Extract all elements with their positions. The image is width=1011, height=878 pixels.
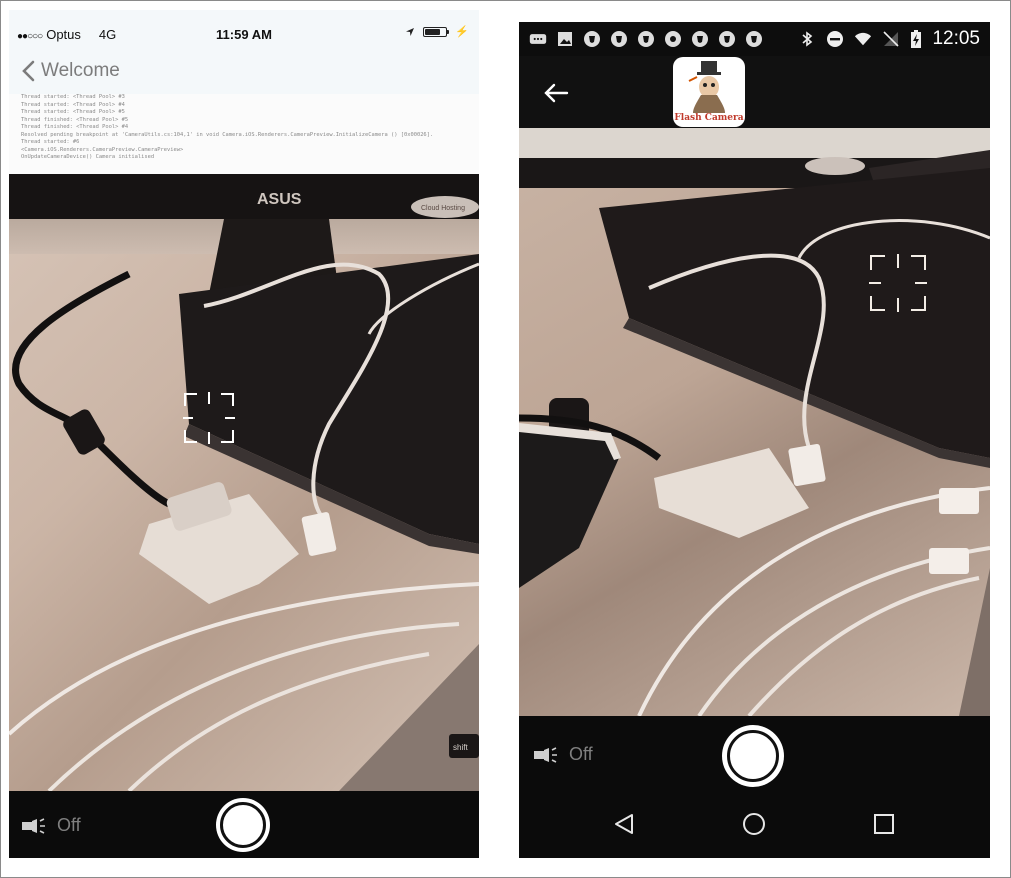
flashlight-icon [22, 817, 45, 834]
bluetooth-icon [802, 31, 813, 47]
camera-preview[interactable]: ASUS Cloud Hosting shift [9, 174, 479, 791]
chevron-left-icon [22, 60, 35, 82]
shield-icon [584, 31, 600, 47]
camera-scene [519, 128, 990, 716]
do-not-disturb-icon [827, 31, 844, 47]
shield-icon [638, 31, 654, 47]
status-time: 12:05 [932, 28, 980, 49]
charging-bolt-icon: ⚡ [455, 26, 469, 38]
shutter-inner [727, 730, 779, 782]
messages-icon [529, 34, 547, 44]
mascot-logo-icon [688, 61, 725, 113]
camera-preview[interactable] [519, 128, 990, 716]
log-line: OnUpdateCameraDevice() Camera initialise… [21, 154, 155, 160]
usb-plug-3 [929, 548, 969, 574]
battery-charging-icon [911, 30, 922, 48]
battery-icon [423, 26, 450, 37]
ios-status-bar: ●●○○○ Optus 4G 11:59 AM ⚡ [9, 10, 479, 50]
log-line: Thread finished: <Thread Pool> #4 [21, 124, 129, 130]
log-line: Thread started: <Thread Pool> #5 [21, 109, 125, 115]
monitor-screen [519, 128, 990, 158]
shift-key-label: shift [453, 743, 468, 752]
focus-reticle-icon [869, 254, 927, 312]
flashlight-icon [534, 746, 557, 763]
system-icons: 12:05 [798, 28, 980, 50]
monitor-bezel [9, 174, 479, 219]
usb-plug-2 [939, 488, 979, 514]
log-line: <Camera.iOS.Renderers.CameraPreview.Came… [21, 146, 184, 153]
usb-plug [788, 443, 826, 487]
nav-back-icon[interactable] [612, 812, 636, 836]
flash-state: Off [569, 744, 593, 764]
app-logo: Flash Camera [673, 57, 745, 127]
log-line: Thread started: #6 [21, 139, 80, 145]
back-label: Welcome [41, 60, 120, 81]
wifi-icon [855, 32, 872, 46]
phone [519, 428, 619, 588]
back-button[interactable]: Welcome [21, 58, 120, 84]
android-screen: 12:05 Flash Camera Off [519, 22, 990, 858]
shutter-button[interactable] [722, 725, 784, 787]
log-line: Thread finished: <Thread Pool> #5 [21, 116, 129, 123]
macbook-corner [339, 644, 479, 791]
vga-adapter [654, 448, 809, 538]
location-arrow-icon [406, 27, 415, 36]
no-signal-icon [883, 31, 900, 47]
black-cable [12, 270, 171, 508]
nav-recents-icon[interactable] [873, 813, 895, 835]
status-right: ⚡ [405, 25, 469, 38]
usb-cable-1 [637, 486, 990, 716]
camera-controls: Off [9, 791, 479, 858]
shield-icon [746, 31, 762, 47]
flash-toggle[interactable]: Off [21, 815, 81, 836]
sticker [805, 157, 865, 175]
camera-controls: Off [519, 716, 990, 858]
arrow-back-icon[interactable] [541, 78, 571, 108]
camera-scene: ASUS Cloud Hosting shift [9, 174, 479, 791]
macbook-corner [959, 568, 990, 716]
shutter-inner [220, 802, 266, 848]
shield-icon [719, 31, 735, 47]
notification-icons [529, 30, 763, 48]
android-status-bar: 12:05 [519, 22, 990, 56]
nav-home-icon[interactable] [742, 812, 766, 836]
debug-log: Thread started: <Thread Pool> #3 Thread … [9, 94, 479, 174]
app-bar: Flash Camera [519, 56, 990, 128]
shield-icon [611, 31, 627, 47]
log-line: Thread started: <Thread Pool> #3 [21, 94, 125, 100]
log-line: Resolved pending breakpoint at 'CameraUt… [21, 131, 434, 138]
image-icon [558, 32, 572, 46]
shield-icon [692, 31, 708, 47]
focus-reticle-icon [183, 392, 235, 444]
laptop [599, 168, 990, 458]
sticker-text: Cloud Hosting [421, 205, 465, 212]
logo-text: Flash Camera [674, 113, 744, 123]
log-line: Thread started: <Thread Pool> #4 [21, 101, 125, 108]
ios-screen: ●●○○○ Optus 4G 11:59 AM ⚡ Welcome Thread s… [9, 10, 479, 858]
usb-plug [301, 512, 337, 556]
flash-toggle[interactable]: Off [533, 744, 593, 765]
monitor-brand: ASUS [257, 191, 302, 208]
disc-icon [665, 31, 681, 47]
flash-state: Off [57, 815, 81, 835]
shutter-button[interactable] [216, 798, 270, 852]
usb-cable-3 [747, 576, 980, 716]
